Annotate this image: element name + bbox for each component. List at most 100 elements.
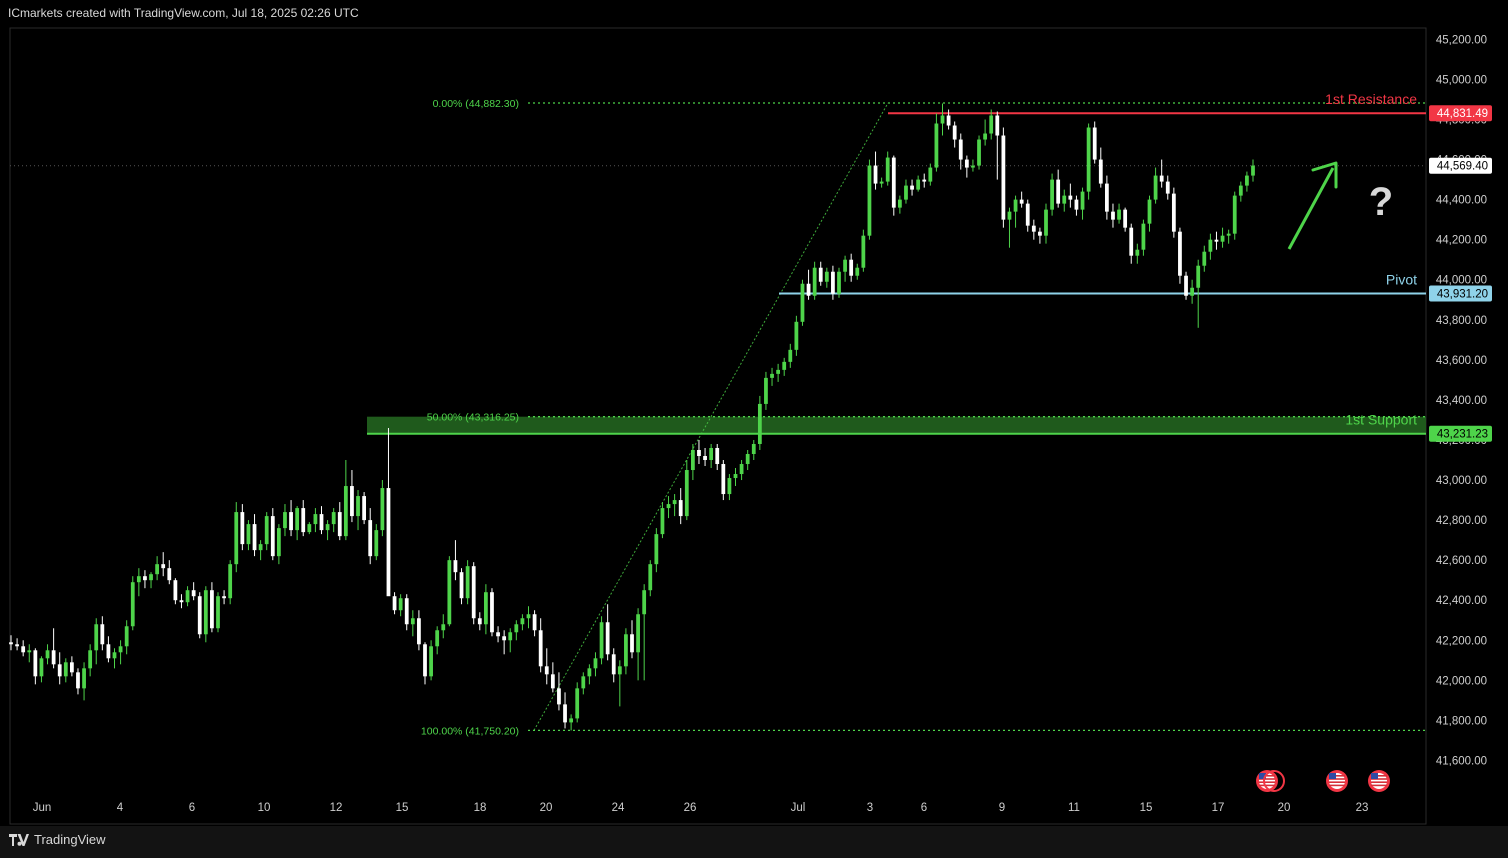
candle-body (794, 321, 799, 350)
candle-body (636, 614, 640, 653)
candle-body (958, 139, 963, 160)
candle-body (270, 516, 275, 557)
candle-body (575, 688, 580, 719)
candle-body (417, 618, 421, 645)
chart-canvas[interactable]: 0.00% (44,882.30) 50.00% (43,316.25) 100.0… (0, 0, 1508, 858)
time-tick-label: 10 (258, 802, 271, 814)
candle-body (313, 514, 318, 525)
candle-body (1171, 193, 1176, 232)
candle-body (508, 632, 513, 641)
candle-body (301, 508, 306, 533)
us-flag-event-icon[interactable] (1368, 770, 1390, 792)
candle-body (1025, 203, 1030, 226)
candle-body (751, 443, 756, 455)
fib-level-label: 50.00% (43,316.25) (427, 412, 519, 424)
candle-body (1068, 195, 1073, 200)
candle-body (837, 271, 841, 294)
candle-body (307, 524, 312, 533)
candle-body (1147, 199, 1152, 224)
question-mark: ? (1369, 180, 1393, 224)
price-tick-label: 43,400.00 (1436, 395, 1487, 407)
candle-body (149, 574, 153, 581)
candle-body (1123, 209, 1128, 228)
candle-body (228, 564, 233, 599)
candle-body (33, 650, 38, 677)
candle-body (648, 564, 653, 591)
candle-body (928, 167, 933, 182)
candle-body (721, 464, 726, 495)
candle-body (1098, 159, 1103, 184)
candle-body (544, 666, 549, 675)
candle-body (1159, 175, 1164, 182)
flag-canton (1329, 773, 1336, 779)
candle-body (1202, 251, 1207, 266)
candle-body (897, 199, 902, 208)
candle-body (611, 654, 616, 675)
candle-body (210, 590, 214, 629)
candle-body (630, 634, 634, 653)
candle-body (1050, 179, 1054, 210)
candle-body (782, 361, 787, 370)
chart-attribution: ICmarkets created with TradingView.com, … (8, 6, 359, 20)
candle-body (380, 488, 385, 531)
candle-body (989, 115, 994, 134)
candle-body (885, 157, 890, 182)
candle-body (1141, 223, 1146, 250)
candle-body (423, 644, 427, 677)
price-tick-label: 44,400.00 (1436, 195, 1487, 207)
tradingview-logo[interactable]: TradingView (9, 832, 106, 847)
candle-body (130, 582, 135, 627)
candle-body (124, 626, 129, 647)
flag-canton (1371, 773, 1378, 779)
candle-body (240, 512, 245, 545)
candle-body (867, 165, 872, 236)
candle-body (916, 179, 921, 190)
candle-body (39, 658, 44, 677)
candle-body (374, 530, 379, 557)
candle-body (246, 524, 251, 545)
price-tick-label: 43,000.00 (1436, 475, 1487, 487)
candle-body (703, 456, 707, 461)
time-tick-label: 11 (1068, 802, 1080, 814)
price-tick-label: 43,800.00 (1436, 315, 1487, 327)
candle-body (350, 486, 354, 517)
candle-body (289, 512, 293, 531)
candle-body (398, 598, 403, 611)
price-axis[interactable]: 41,600.00 41,800.00 42,000.00 42,200.00 42,4… (1429, 34, 1492, 767)
candle-body (1104, 183, 1109, 212)
level-name-label: 1st Support (1345, 412, 1417, 428)
candle-body (733, 474, 738, 479)
candle-body (1062, 195, 1067, 204)
candle-body (581, 676, 586, 689)
candle-body (940, 115, 945, 124)
candle-body (1117, 209, 1121, 220)
time-tick-label: 15 (396, 802, 409, 814)
candle-body (179, 600, 184, 603)
candle-body (1092, 127, 1097, 160)
candle-body (977, 139, 981, 166)
candle-body (697, 449, 701, 457)
us-flag-event-icon[interactable] (1326, 770, 1348, 792)
time-tick-label: 6 (921, 802, 927, 814)
candle-body (1044, 209, 1048, 236)
candle-body (764, 377, 768, 404)
candle-body (386, 488, 391, 597)
candle-body (952, 125, 957, 140)
candle-body (922, 179, 927, 182)
footer-bar (0, 826, 1508, 858)
candle-body (563, 704, 567, 723)
candle-body (1007, 211, 1012, 220)
candle-body (1214, 239, 1219, 242)
candle-body (1074, 199, 1079, 210)
candle-body (222, 596, 226, 599)
time-tick-label: 4 (117, 802, 124, 814)
candle-body (496, 632, 500, 637)
price-tick-label: 42,600.00 (1436, 555, 1487, 567)
level-name-label: 1st Resistance (1325, 91, 1417, 107)
candle-body (599, 622, 604, 659)
candle-body (1165, 181, 1170, 194)
candle-body (173, 580, 178, 601)
candle-body (934, 123, 939, 168)
candle-body (587, 668, 592, 677)
candle-body (483, 592, 488, 625)
